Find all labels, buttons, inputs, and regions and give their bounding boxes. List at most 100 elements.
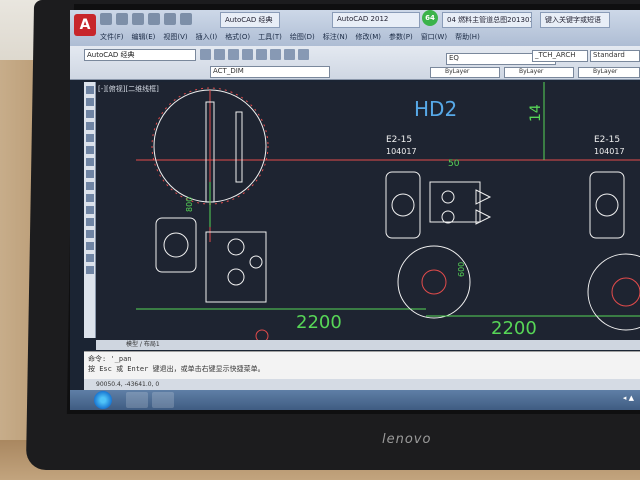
autocad-logo-icon[interactable]: A bbox=[74, 14, 96, 36]
redo-icon[interactable] bbox=[164, 13, 176, 25]
quick-access-toolbar bbox=[100, 13, 192, 25]
menu-parametric[interactable]: 参数(P) bbox=[389, 32, 413, 42]
flange-circle-middle bbox=[397, 245, 471, 319]
menu-modify[interactable]: 修改(M) bbox=[355, 32, 381, 42]
layout-tabs[interactable]: 模型 / 布局1 bbox=[96, 340, 640, 350]
task-autocad-2[interactable] bbox=[152, 392, 174, 408]
dim-2200-b: 2200 bbox=[491, 318, 537, 339]
dim-800-text: 800 bbox=[185, 197, 194, 212]
arc-icon[interactable] bbox=[86, 134, 94, 142]
menu-edit[interactable]: 编辑(E) bbox=[132, 32, 156, 42]
title-bar: A AutoCAD 经典 AutoCAD 2012 64 04 燃料主管道总图2… bbox=[70, 10, 640, 46]
pump-middle-motor bbox=[391, 193, 415, 217]
e2-15-label-a: E2-15 bbox=[386, 135, 412, 145]
menu-help[interactable]: 帮助(H) bbox=[455, 32, 480, 42]
match-icon[interactable] bbox=[270, 49, 281, 60]
menu-tools[interactable]: 工具(T) bbox=[258, 32, 282, 42]
dim-600-text: 600 bbox=[457, 262, 466, 277]
region-icon[interactable] bbox=[86, 242, 94, 250]
laptop-screen: A AutoCAD 经典 AutoCAD 2012 64 04 燃料主管道总图2… bbox=[70, 10, 640, 410]
layer-select[interactable]: ACT_DIM bbox=[210, 66, 330, 78]
menu-insert[interactable]: 插入(I) bbox=[196, 32, 218, 42]
make-block-icon[interactable] bbox=[86, 194, 94, 202]
flange-inner-middle bbox=[421, 269, 447, 295]
valve-2 bbox=[227, 268, 245, 286]
spline-icon[interactable] bbox=[86, 158, 94, 166]
start-button-icon[interactable] bbox=[94, 391, 112, 409]
pump-right bbox=[589, 171, 625, 239]
laptop-brand-logo: lenovo bbox=[382, 432, 432, 447]
flange-circle-right bbox=[587, 253, 640, 331]
valve-1 bbox=[227, 238, 245, 256]
drawing-canvas[interactable]: [-][俯视][二维线框] 800 2200 HD2 E2-15 104017 … bbox=[96, 82, 640, 340]
notification-badge[interactable]: 64 bbox=[422, 10, 438, 26]
valve-arrow-1 bbox=[475, 189, 492, 205]
valve-assembly bbox=[205, 231, 267, 303]
menu-window[interactable]: 窗口(W) bbox=[421, 32, 447, 42]
dim-style-select[interactable]: Standard bbox=[590, 50, 640, 62]
polyline-icon[interactable] bbox=[86, 98, 94, 106]
dim-50-text: 50 bbox=[448, 159, 460, 169]
command-history-2: 按 Esc 或 Enter 键退出，或单击右键显示快捷菜单。 bbox=[88, 365, 265, 373]
hd2-label: HD2 bbox=[414, 97, 457, 121]
print-icon[interactable] bbox=[180, 13, 192, 25]
ellipse-icon[interactable] bbox=[86, 170, 94, 178]
zoom-window-icon[interactable] bbox=[228, 49, 239, 60]
properties-icon[interactable] bbox=[242, 49, 253, 60]
menu-bar: 文件(F) 编辑(E) 视图(V) 插入(I) 格式(O) 工具(T) 绘图(D… bbox=[100, 30, 640, 44]
valve-m2 bbox=[441, 210, 455, 224]
system-tray[interactable]: ◂ ▲ bbox=[623, 394, 634, 402]
line-icon[interactable] bbox=[86, 86, 94, 94]
app-title-tab[interactable]: AutoCAD 2012 bbox=[332, 12, 420, 28]
lineweight-select[interactable]: ByLayer bbox=[578, 67, 640, 78]
valve-3 bbox=[249, 255, 263, 269]
open-icon[interactable] bbox=[116, 13, 128, 25]
zoom-icon[interactable] bbox=[214, 49, 225, 60]
color-select[interactable]: ByLayer bbox=[430, 67, 500, 78]
rectangle-icon[interactable] bbox=[86, 122, 94, 130]
tank-rib-2 bbox=[235, 111, 243, 183]
polygon-icon[interactable] bbox=[86, 110, 94, 118]
command-line[interactable]: 命令: '_pan 按 Esc 或 Enter 键退出，或单击右键显示快捷菜单。 bbox=[84, 351, 640, 379]
menu-dimension[interactable]: 标注(N) bbox=[323, 32, 348, 42]
document-tab[interactable]: 04 燃料主管道总图20130130.dwg bbox=[442, 12, 532, 28]
standard-toolbar: AutoCAD 经典 ACT_DIM EQ _TCH_ARCH Standard… bbox=[70, 46, 640, 80]
draw-toolbar bbox=[84, 82, 96, 338]
linetype-select[interactable]: ByLayer bbox=[504, 67, 574, 78]
hatch-icon[interactable] bbox=[86, 218, 94, 226]
menu-view[interactable]: 视图(V) bbox=[163, 32, 187, 42]
text-style-select[interactable]: _TCH_ARCH bbox=[532, 50, 588, 62]
new-icon[interactable] bbox=[100, 13, 112, 25]
e2-15-label-b: E2-15 bbox=[594, 135, 620, 145]
insert-block-icon[interactable] bbox=[86, 182, 94, 190]
save-icon[interactable] bbox=[132, 13, 144, 25]
valve-m1 bbox=[441, 190, 455, 204]
menu-format[interactable]: 格式(O) bbox=[225, 32, 250, 42]
gradient-icon[interactable] bbox=[86, 230, 94, 238]
workspace-tab[interactable]: AutoCAD 经典 bbox=[220, 12, 280, 28]
block-icon[interactable] bbox=[284, 49, 295, 60]
task-autocad-1[interactable] bbox=[126, 392, 148, 408]
layer-icon[interactable] bbox=[256, 49, 267, 60]
flange-inner-right bbox=[611, 277, 640, 307]
viewport-label[interactable]: [-][俯视][二维线框] bbox=[98, 84, 159, 94]
search-box[interactable]: 键入关键字或短语 bbox=[540, 12, 610, 28]
toolbar-icons bbox=[200, 49, 309, 60]
cad-drawing: 800 2200 HD2 E2-15 104017 50 600 2200 14… bbox=[136, 82, 640, 340]
coordinates-readout: 90050.4, -43641.0, 0 bbox=[96, 381, 160, 388]
pump-left bbox=[155, 217, 197, 273]
table-icon[interactable] bbox=[86, 254, 94, 262]
workspace-select[interactable]: AutoCAD 经典 bbox=[84, 49, 196, 61]
mtext-icon[interactable] bbox=[86, 266, 94, 274]
circle-icon[interactable] bbox=[86, 146, 94, 154]
undo-icon[interactable] bbox=[148, 13, 160, 25]
windows-taskbar: ◂ ▲ bbox=[70, 390, 640, 410]
menu-draw[interactable]: 绘图(D) bbox=[290, 32, 315, 42]
num-label-a: 104017 bbox=[386, 147, 417, 156]
point-icon[interactable] bbox=[86, 206, 94, 214]
small-marker bbox=[255, 329, 269, 340]
menu-file[interactable]: 文件(F) bbox=[100, 32, 124, 42]
calc-icon[interactable] bbox=[298, 49, 309, 60]
status-bar: 90050.4, -43641.0, 0 bbox=[84, 379, 640, 390]
pan-icon[interactable] bbox=[200, 49, 211, 60]
